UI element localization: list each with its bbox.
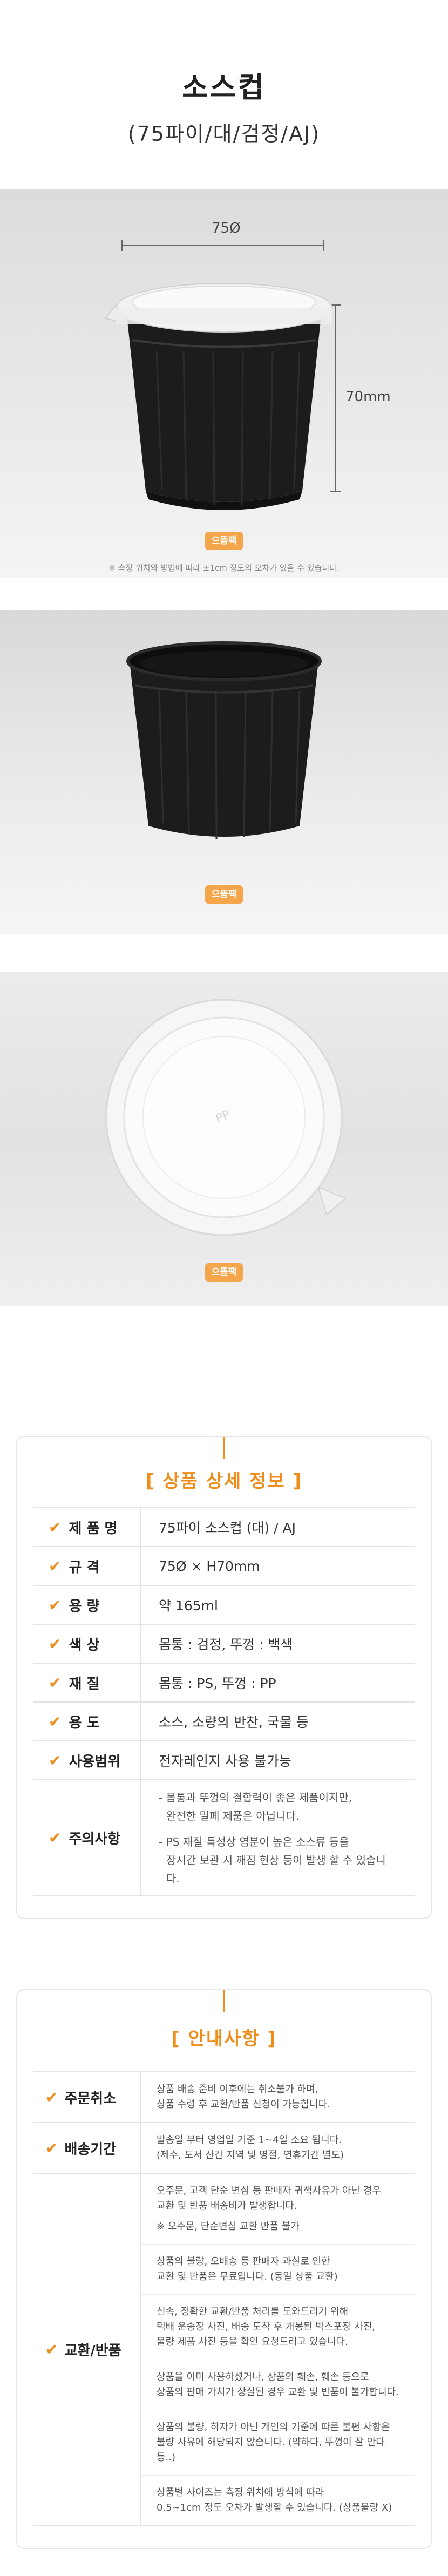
width-dimension-label: 75Ø [212, 220, 241, 236]
notice-row-return: ✔ 교환/반품 오주문, 고객 단순 변심 등 판매자 귀책사유가 아닌 경우 교… [33, 2174, 415, 2526]
return-block: 신속, 정확한 교환/반품 처리를 도와드리기 위해 택배 운송장 사진, 배송… [141, 2295, 415, 2360]
check-icon: ✔ [49, 1673, 62, 1692]
spec-row-caution: ✔ 주의사항 - 몸통과 뚜껑의 결합력이 좋은 제품이지만, 완전한 밀폐 제품… [33, 1780, 415, 1896]
spec-value: 전자레인지 사용 불가능 [159, 1753, 291, 1769]
measurement-note: ※ 측정 위치와 방법에 따라 ±1cm 정도의 오차가 있을 수 있습니다. [108, 563, 340, 573]
spec-row-size: ✔ 규 격 75Ø × H70mm [33, 1547, 415, 1586]
spec-key-label: 규 격 [69, 1559, 100, 1576]
detail-heading: [ 상품 상세 정보 ] [145, 1470, 303, 1492]
spec-key-label: 사용범위 [69, 1753, 121, 1770]
spec-value: 몸통 : PS, 뚜껑 : PP [159, 1676, 276, 1691]
spec-row-material: ✔ 재 질 몸통 : PS, 뚜껑 : PP [33, 1664, 415, 1703]
return-block: 상품별 사이즈는 측정 위치에 방식에 따라 0.5~1cm 정도 오차가 발생… [157, 2487, 392, 2513]
return-block: 상품을 이미 사용하셨거나, 상품의 훼손, 훼손 등으로 상품의 판매 가치가… [141, 2360, 415, 2410]
notice-key-label: 배송기간 [64, 2141, 117, 2158]
notice-table: ✔ 주문취소 상품 배송 준비 이후에는 취소불가 하며, 상품 수령 후 교환/… [33, 2071, 415, 2526]
brand-logo: 으뜸팩 [205, 885, 243, 904]
check-icon: ✔ [49, 1518, 62, 1536]
spec-key-label: 제 품 명 [69, 1520, 118, 1537]
spec-key-label: 재 질 [69, 1676, 100, 1692]
check-icon: ✔ [45, 2139, 58, 2157]
product-detail-card: [ 상품 상세 정보 ] ✔ 제 품 명 75파이 소스컵 (대) / AJ ✔ 규… [16, 1436, 432, 1919]
spacer [0, 578, 448, 610]
cup-with-lid-illustration [104, 240, 341, 510]
spec-table: ✔ 제 품 명 75파이 소스컵 (대) / AJ ✔ 규 격 75Ø × H70m… [33, 1507, 415, 1896]
notice-key-label: 주문취소 [64, 2090, 117, 2107]
check-icon: ✔ [49, 1751, 62, 1770]
brand-logo: 으뜸팩 [205, 1263, 243, 1282]
spec-value: 약 165ml [159, 1598, 218, 1614]
product-photo-open-cup: 으뜸팩 [0, 610, 448, 934]
spec-row-range: ✔ 사용범위 전자레인지 사용 불가능 [33, 1741, 415, 1780]
notice-key-label: 교환/반품 [64, 2343, 121, 2359]
notice-card-header: [ 안내사항 ] [17, 1990, 431, 2071]
height-dimension-label: 70mm [345, 389, 391, 405]
notice-row-cancel: ✔ 주문취소 상품 배송 준비 이후에는 취소불가 하며, 상품 수령 후 교환/… [33, 2072, 415, 2123]
notice-card: [ 안내사항 ] ✔ 주문취소 상품 배송 준비 이후에는 취소불가 하며, 상품… [16, 1989, 432, 2549]
spec-key-label: 주의사항 [69, 1831, 121, 1847]
notice-heading: [ 안내사항 ] [171, 2028, 277, 2050]
check-icon: ✔ [49, 1712, 62, 1731]
spacer [0, 1306, 448, 1436]
return-block: 오주문, 고객 단순 변심 등 판매자 귀책사유가 아닌 경우 교환 및 반품 … [141, 2174, 415, 2245]
spec-value: 75Ø × H70mm [159, 1558, 260, 1574]
spec-row-usage: ✔ 용 도 소스, 소량의 반찬, 국물 등 [33, 1703, 415, 1741]
caution-text: - 몸통과 뚜껑의 결합력이 좋은 제품이지만, 완전한 밀폐 제품은 아닙니다… [159, 1791, 386, 1885]
product-photo-dimensions: 75Ø 70mm 으뜸팩 ※ 측정 위치와 방법에 따라 ±1cm 정도의 오차… [0, 189, 448, 578]
return-block: 상품의 불량, 하자가 아닌 개인의 기준에 따른 불편 사항은 불량 사유에 … [141, 2410, 415, 2476]
check-icon: ✔ [45, 2341, 58, 2358]
brand-logo: 으뜸팩 [205, 532, 243, 550]
check-icon: ✔ [49, 1596, 62, 1614]
spec-key-label: 용 도 [69, 1714, 100, 1731]
spec-value: 75파이 소스컵 (대) / AJ [159, 1520, 296, 1536]
spec-key-label: 색 상 [69, 1637, 100, 1653]
check-icon: ✔ [49, 1557, 62, 1575]
page-header: 소스컵 (75파이/대/검정/AJ) [0, 0, 448, 189]
spec-key-label: 용 량 [69, 1598, 100, 1615]
check-icon: ✔ [49, 1829, 62, 1847]
check-icon: ✔ [45, 2088, 58, 2106]
header-accent-line [223, 1437, 225, 1459]
product-photo-lid-top: PP 으뜸팩 [0, 972, 448, 1306]
detail-card-header: [ 상품 상세 정보 ] [17, 1437, 431, 1507]
notice-row-shipping: ✔ 배송기간 발송일 부터 영업일 기준 1~4일 소요 됩니다. (제주, 도서… [33, 2123, 415, 2174]
spacer [0, 934, 448, 972]
spec-value: 몸통 : 검정, 뚜껑 : 백색 [159, 1637, 293, 1652]
spec-value: 소스, 소량의 반찬, 국물 등 [159, 1714, 309, 1730]
return-block: 상품의 불량, 오배송 등 판매자 과실로 인한 교환 및 반품은 무료입니다.… [141, 2245, 415, 2295]
spec-row-capacity: ✔ 용 량 약 165ml [33, 1586, 415, 1625]
spec-row-name: ✔ 제 품 명 75파이 소스컵 (대) / AJ [33, 1508, 415, 1547]
spec-row-color: ✔ 색 상 몸통 : 검정, 뚜껑 : 백색 [33, 1625, 415, 1664]
product-title: 소스컵 [182, 72, 266, 104]
lid-top-illustration: PP [105, 999, 347, 1236]
product-subtitle: (75파이/대/검정/AJ) [127, 122, 321, 146]
check-icon: ✔ [49, 1635, 62, 1653]
header-accent-line [223, 1990, 225, 2012]
